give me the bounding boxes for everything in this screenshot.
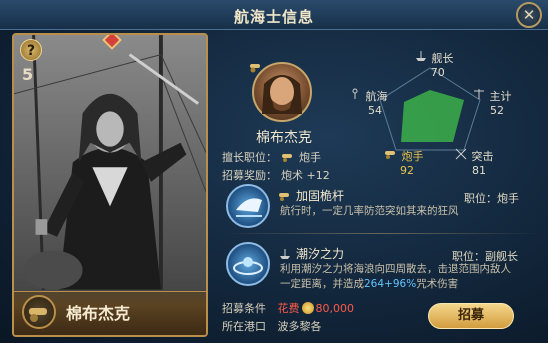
skill-2-description-line1: 利用潮汐之力将海浪向四周散去，击退范围内敌人 (280, 263, 511, 275)
skill-1-title: 加固桅杆 (278, 187, 344, 204)
stat-gunner-value: 92 (400, 164, 414, 177)
port-row: 所在港口 波多黎各 (222, 318, 322, 334)
recruit-bonus-label: 招募奖励： (222, 169, 277, 182)
cannon-icon (385, 151, 395, 159)
stat-navigation-name: 航海 (365, 90, 388, 103)
skill-2-title: 潮汐之力 (278, 245, 344, 262)
title-bar: 航海士信息 ✕ (0, 0, 548, 30)
recruit-bonus-row: 招募奖励： 炮术 +12 (222, 167, 330, 183)
cannon-icon (250, 64, 260, 73)
skill-2-damage-value: 264+96% (364, 278, 417, 290)
coin-icon (301, 302, 314, 314)
stat-navigation: 航海 54 (348, 88, 388, 117)
skill-2-desc-suffix: 咒术伤害 (416, 278, 459, 290)
swords-icon (455, 148, 467, 160)
specialty-row: 擅长职位： 炮手 (222, 149, 321, 165)
hero-name: 棉布杰克 (256, 130, 312, 146)
wave-icon (233, 257, 263, 275)
stat-assault-name: 突击 (471, 150, 494, 163)
stat-captain: 舰长 70 (414, 50, 454, 79)
recruit-condition-row: 招募条件 花费 80,000 (222, 300, 354, 316)
divider (222, 233, 540, 234)
skill-2-description-line2: 一定距离，并造成264+96%咒术伤害 (280, 277, 511, 292)
skill-2-name: 潮汐之力 (296, 247, 345, 261)
skill-1-position: 职位：炮手 (464, 192, 519, 205)
stat-assault: 突击 81 (454, 148, 494, 177)
specialty-value: 炮手 (299, 151, 321, 164)
skill-1-icon[interactable] (226, 184, 270, 228)
stat-accounting-value: 52 (490, 104, 504, 117)
recruit-condition-label: 招募条件 (222, 302, 266, 315)
character-card: ? 5 棉布杰克 (12, 33, 208, 337)
recruit-cost-amount: 80,000 (315, 302, 355, 315)
window-title: 航海士信息 (233, 8, 314, 26)
skill-1-name: 加固桅杆 (296, 189, 345, 203)
cannon-icon (22, 295, 56, 329)
mast-icon (236, 198, 262, 217)
cannon-icon (279, 192, 289, 201)
stat-accounting: 主计 52 (472, 88, 512, 117)
cannon-icon (282, 154, 292, 162)
recruit-button[interactable]: 招募 (428, 303, 514, 329)
character-portrait (14, 35, 206, 333)
port-value: 波多黎各 (277, 320, 322, 333)
recruit-cost-prefix: 花费 (277, 302, 300, 315)
close-icon: ✕ (522, 6, 536, 24)
port-label: 所在港口 (222, 320, 266, 333)
close-button[interactable]: ✕ (516, 2, 542, 28)
card-name-bar: 棉布杰克 (14, 291, 206, 335)
stat-accounting-name: 主计 (489, 90, 512, 103)
star-level: 5 (22, 65, 34, 84)
stats-fill (401, 90, 464, 142)
card-name: 棉布杰克 (66, 304, 131, 323)
stat-captain-name: 舰长 (431, 52, 454, 65)
scale-icon (474, 89, 484, 99)
skill-1-description: 航行时，一定几率防范突如其来的狂风 (280, 205, 459, 217)
stat-gunner: 炮手 92 (384, 148, 424, 177)
skill-2-desc-prefix: 一定距离，并造成 (280, 278, 364, 290)
skill-2-icon[interactable] (226, 242, 270, 286)
help-button[interactable]: ? (20, 39, 42, 61)
recruit-bonus-value: 炮术 +12 (281, 169, 330, 182)
ship-icon (280, 248, 290, 259)
stat-captain-value: 70 (430, 66, 445, 79)
skill-2-description: 利用潮汐之力将海浪向四周散去，击退范围内敌人 一定距离，并造成264+96%咒术… (280, 262, 511, 292)
stat-navigation-value: 54 (368, 104, 382, 117)
stat-gunner-name: 炮手 (401, 150, 424, 163)
anchor-icon (352, 88, 358, 99)
ship-icon (416, 51, 426, 61)
specialty-label: 擅长职位： (222, 151, 277, 164)
stat-assault-value: 81 (472, 164, 486, 177)
